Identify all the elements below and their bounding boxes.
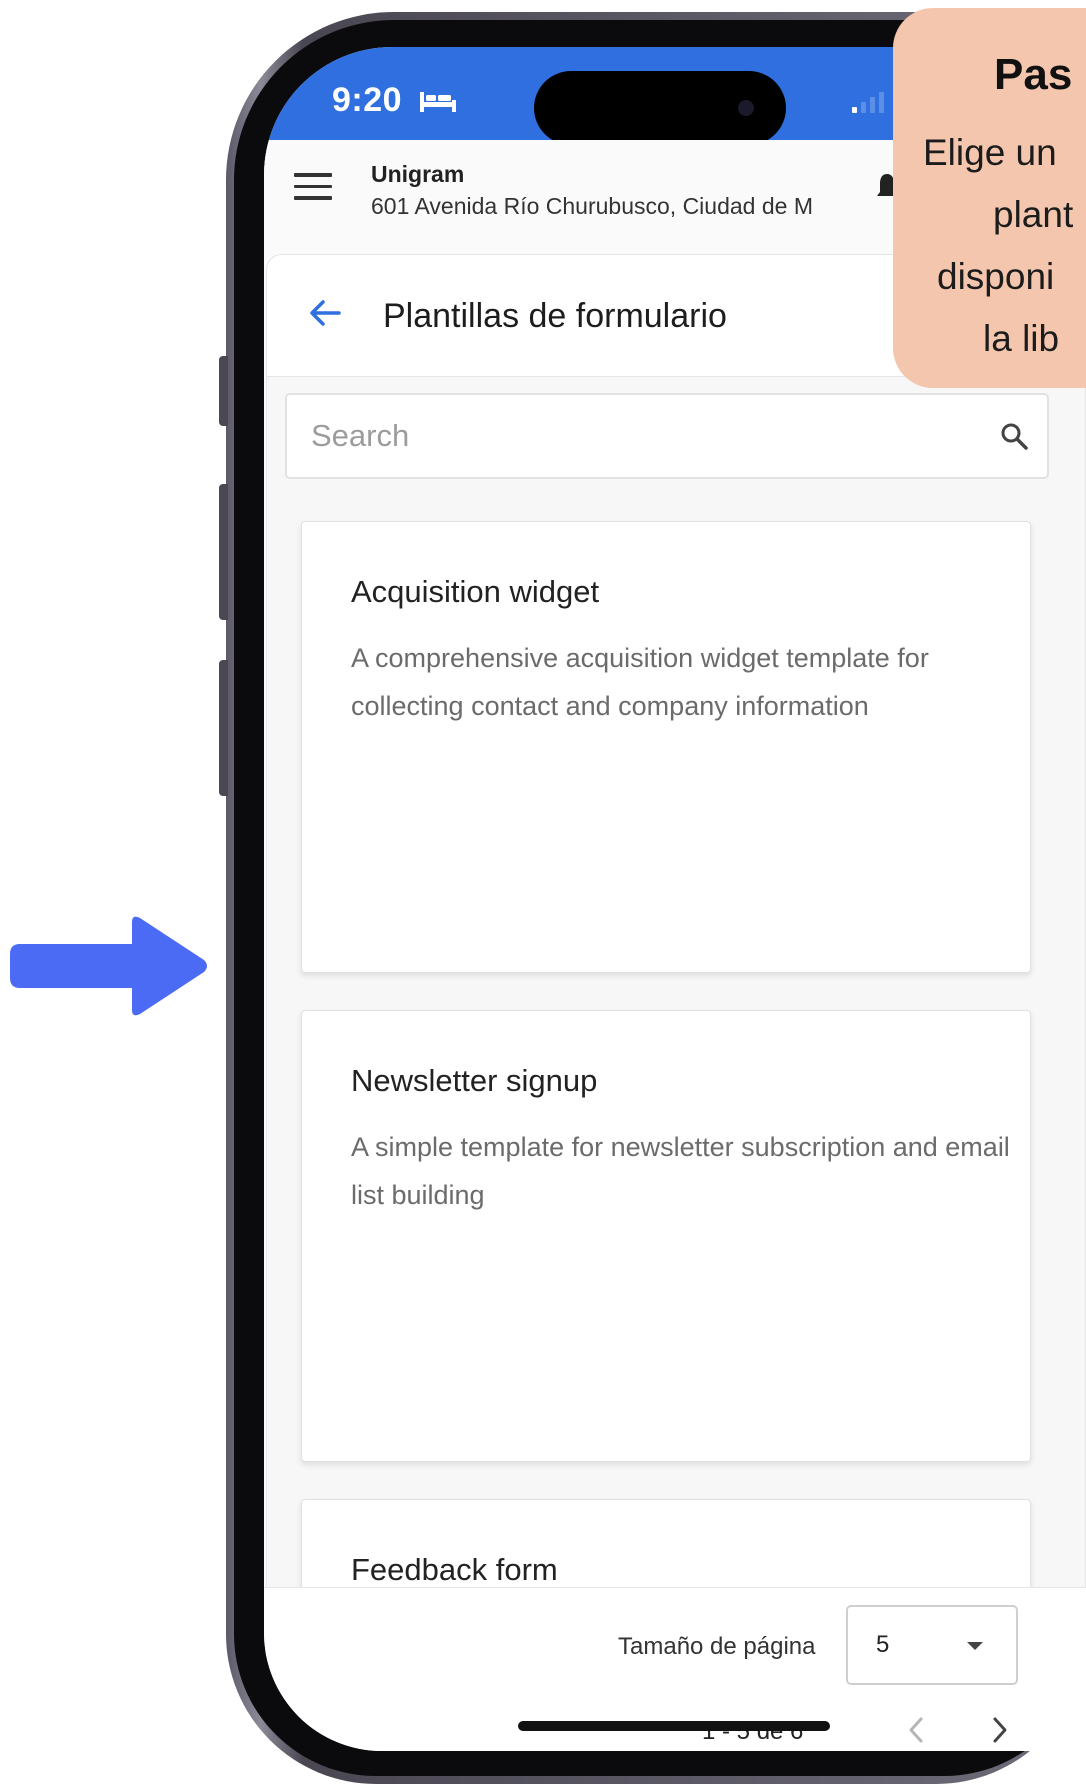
step-tooltip-title: Pas <box>994 50 1073 99</box>
page-size-value: 5 <box>876 1631 890 1658</box>
template-card-title: Newsletter signup <box>351 1063 598 1098</box>
bed-icon <box>420 92 456 112</box>
step-tooltip-line: la lib <box>983 318 1060 359</box>
step-tooltip: Pas Elige un plant disponi la lib <box>893 8 1086 388</box>
action-button <box>219 356 228 426</box>
organization-address: 601 Avenida Río Churubusco, Ciudad de M <box>371 193 813 219</box>
search-input[interactable] <box>287 395 977 477</box>
volume-up-button <box>219 484 228 620</box>
template-card-description: A simple template for newsletter subscri… <box>351 1132 1010 1210</box>
step-tooltip-line: plant <box>993 194 1074 235</box>
back-arrow-icon[interactable] <box>307 295 343 331</box>
page-size-select[interactable]: 5 <box>846 1605 1018 1685</box>
page-body: Plantillas de formulario Acquisition wid… <box>264 240 1086 1600</box>
template-card-title: Acquisition widget <box>351 574 600 609</box>
signal-icon <box>852 92 884 113</box>
chevron-down-icon <box>967 1642 983 1650</box>
template-card-description: A comprehensive acquisition widget templ… <box>351 643 929 721</box>
camera-icon <box>738 100 754 116</box>
page-size-label: Tamaño de página <box>618 1633 816 1660</box>
volume-down-button <box>219 660 228 796</box>
search-icon[interactable] <box>999 421 1029 451</box>
step-tooltip-line: Elige un <box>923 132 1057 173</box>
chevron-right-icon[interactable] <box>992 1716 1008 1744</box>
arrow-right-icon <box>10 916 207 1016</box>
template-card-feedback-form[interactable]: Feedback form <box>301 1499 1031 1599</box>
home-indicator <box>518 1721 830 1731</box>
template-card-newsletter-signup[interactable]: Newsletter signup A simple template for … <box>301 1010 1031 1462</box>
content-sheet: Plantillas de formulario Acquisition wid… <box>266 254 1086 1600</box>
chevron-left-icon[interactable] <box>908 1716 924 1744</box>
template-card-title: Feedback form <box>351 1552 558 1587</box>
search-box[interactable] <box>285 393 1049 479</box>
hamburger-icon[interactable] <box>294 173 332 201</box>
template-card-acquisition-widget[interactable]: Acquisition widget A comprehensive acqui… <box>301 521 1031 973</box>
dynamic-island <box>534 71 786 145</box>
page-title: Plantillas de formulario <box>383 297 727 335</box>
step-tooltip-line: disponi <box>937 256 1055 297</box>
status-time: 9:20 <box>332 81 403 119</box>
organization-name: Unigram <box>371 161 465 187</box>
